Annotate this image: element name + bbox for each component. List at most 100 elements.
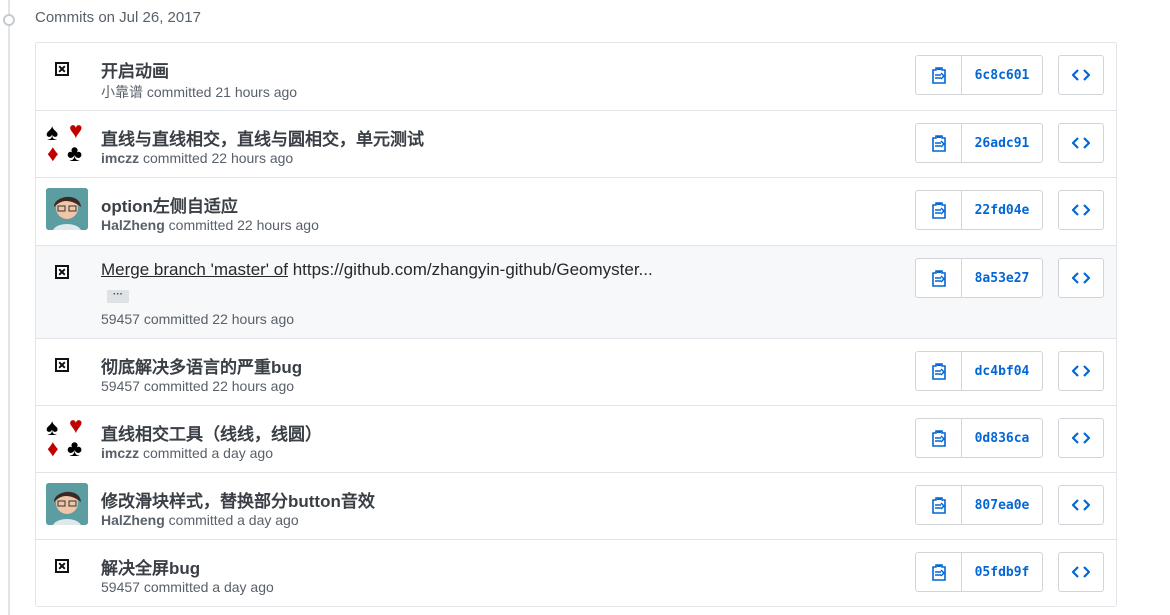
- sha-button-group: 0d836ca: [915, 418, 1043, 458]
- avatar[interactable]: ♠ ♥ ♦ ♣: [46, 412, 90, 461]
- browse-code-button[interactable]: [1058, 552, 1104, 592]
- expand-commit-message-button[interactable]: ···: [107, 290, 129, 303]
- clipboard-icon: [931, 67, 946, 84]
- browse-code-button[interactable]: [1058, 190, 1104, 230]
- merge-url-text[interactable]: https://github.com/zhangyin-github/Geomy…: [293, 260, 653, 279]
- commit-sha-link[interactable]: 807ea0e: [962, 486, 1042, 524]
- commit-title[interactable]: option左侧自适应: [101, 192, 238, 217]
- browse-code-button[interactable]: [1058, 485, 1104, 525]
- copy-sha-button[interactable]: [916, 191, 962, 229]
- commit-title[interactable]: 开启动画: [101, 57, 169, 82]
- diamond-icon: ♦: [47, 140, 59, 166]
- avatar[interactable]: [46, 53, 90, 97]
- avatar[interactable]: ♠ ♥ ♦ ♣: [46, 119, 90, 166]
- avatar[interactable]: [46, 349, 90, 393]
- clipboard-icon: [931, 564, 946, 581]
- sha-button-group: 8a53e27: [915, 258, 1043, 298]
- author-name[interactable]: 小靠谱: [101, 84, 143, 100]
- timeline-dot: [3, 14, 15, 26]
- commit-row: 彻底解决多语言的严重bug 59457 committed 22 hours a…: [36, 338, 1116, 405]
- playing-card-suits-avatar: ♠ ♥ ♦ ♣: [46, 119, 90, 166]
- browse-code-button[interactable]: [1058, 351, 1104, 391]
- commit-meta: HalZheng committed 22 hours ago: [101, 217, 319, 233]
- author-name[interactable]: 59457: [101, 579, 140, 595]
- commit-sha-link[interactable]: 8a53e27: [962, 259, 1042, 297]
- clipboard-icon: [931, 135, 946, 152]
- browse-code-button[interactable]: [1058, 123, 1104, 163]
- sha-button-group: 807ea0e: [915, 485, 1043, 525]
- browse-code-button[interactable]: [1058, 418, 1104, 458]
- sha-button-group: 6c8c601: [915, 55, 1043, 95]
- commit-meta: 小靠谱 committed 21 hours ago: [101, 82, 297, 102]
- commit-meta: imczz committed 22 hours ago: [101, 150, 293, 166]
- commit-row: 开启动画 小靠谱 committed 21 hours ago 6c8c601: [36, 43, 1116, 110]
- author-name[interactable]: HalZheng: [101, 217, 165, 233]
- copy-sha-button[interactable]: [916, 259, 962, 297]
- commit-time: committed a day ago: [168, 512, 299, 528]
- commit-group-title: Commits on Jul 26, 2017: [35, 9, 201, 26]
- clipboard-icon: [931, 270, 946, 287]
- copy-sha-button[interactable]: [916, 124, 962, 162]
- heart-icon: ♥: [69, 412, 83, 438]
- broken-image-icon: [55, 62, 69, 76]
- commit-time: committed 21 hours ago: [146, 84, 298, 100]
- club-icon: ♣: [67, 140, 83, 166]
- author-name[interactable]: 59457: [101, 378, 140, 394]
- clipboard-icon: [931, 202, 946, 219]
- avatar[interactable]: [46, 188, 90, 232]
- merge-branch-link[interactable]: Merge branch 'master' of: [101, 260, 288, 279]
- code-brackets-icon: [1072, 137, 1090, 149]
- anime-person-photo: [46, 483, 88, 525]
- commit-time: committed 22 hours ago: [168, 217, 319, 233]
- code-brackets-icon: [1072, 365, 1090, 377]
- commit-sha-link[interactable]: dc4bf04: [962, 352, 1042, 390]
- diamond-icon: ♦: [47, 435, 59, 461]
- timeline-line: [8, 0, 10, 615]
- commit-sha-link[interactable]: 6c8c601: [962, 56, 1042, 94]
- code-brackets-icon: [1072, 499, 1090, 511]
- clipboard-icon: [931, 497, 946, 514]
- copy-sha-button[interactable]: [916, 352, 962, 390]
- code-brackets-icon: [1072, 69, 1090, 81]
- commit-row: ♠ ♥ ♦ ♣ 直线与直线相交，直线与圆相交，单元测试 imczz committed…: [36, 110, 1116, 177]
- copy-sha-button[interactable]: [916, 553, 962, 591]
- commit-meta: imczz committed a day ago: [101, 445, 273, 461]
- sha-button-group: 22fd04e: [915, 190, 1043, 230]
- commit-time: committed 22 hours ago: [143, 311, 295, 327]
- author-name[interactable]: 59457: [101, 311, 140, 327]
- commit-row: 解决全屏bug 59457 committed a day ago 05fdb9…: [36, 539, 1116, 606]
- commit-row: ♠ ♥ ♦ ♣ 直线相交工具（线线，线圆） imczz committed a day…: [36, 405, 1116, 472]
- commit-sha-link[interactable]: 05fdb9f: [962, 553, 1042, 591]
- copy-sha-button[interactable]: [916, 486, 962, 524]
- author-name[interactable]: HalZheng: [101, 512, 165, 528]
- avatar[interactable]: [46, 483, 90, 527]
- commit-sha-link[interactable]: 22fd04e: [962, 191, 1042, 229]
- commit-meta: HalZheng committed a day ago: [101, 512, 299, 528]
- commit-sha-link[interactable]: 26adc91: [962, 124, 1042, 162]
- commit-title[interactable]: 修改滑块样式，替换部分button音效: [101, 487, 375, 512]
- commit-title[interactable]: 彻底解决多语言的严重bug: [101, 353, 302, 378]
- copy-sha-button[interactable]: [916, 56, 962, 94]
- club-icon: ♣: [67, 435, 83, 461]
- commit-row: option左侧自适应 HalZheng committed 22 hours …: [36, 177, 1116, 245]
- commit-title[interactable]: 解决全屏bug: [101, 554, 200, 579]
- broken-image-icon: [55, 265, 69, 279]
- copy-sha-button[interactable]: [916, 419, 962, 457]
- commit-time: committed 22 hours ago: [143, 378, 295, 394]
- author-name[interactable]: imczz: [101, 445, 139, 461]
- browse-code-button[interactable]: [1058, 258, 1104, 298]
- commit-title[interactable]: 直线相交工具（线线，线圆）: [101, 420, 322, 445]
- browse-code-button[interactable]: [1058, 55, 1104, 95]
- avatar[interactable]: [46, 256, 90, 300]
- avatar[interactable]: [46, 550, 90, 594]
- code-brackets-icon: [1072, 204, 1090, 216]
- commit-sha-link[interactable]: 0d836ca: [962, 419, 1042, 457]
- author-name[interactable]: imczz: [101, 150, 139, 166]
- code-brackets-icon: [1072, 566, 1090, 578]
- sha-button-group: 26adc91: [915, 123, 1043, 163]
- sha-button-group: dc4bf04: [915, 351, 1043, 391]
- commit-list: 开启动画 小靠谱 committed 21 hours ago 6c8c601 …: [35, 42, 1117, 607]
- commit-title[interactable]: 直线与直线相交，直线与圆相交，单元测试: [101, 125, 424, 150]
- anime-person-photo: [46, 188, 88, 230]
- commit-time: committed 22 hours ago: [143, 150, 294, 166]
